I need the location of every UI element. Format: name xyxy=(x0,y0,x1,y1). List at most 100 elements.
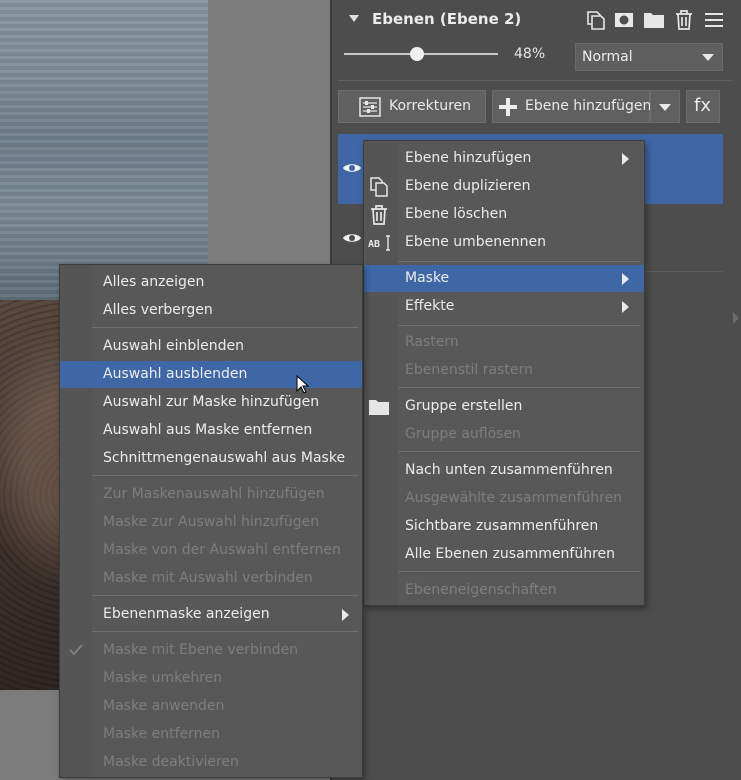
mouse-cursor-icon xyxy=(296,375,310,394)
menu-item-label: Nach unten zusammenführen xyxy=(405,462,613,478)
menu-item-label: Effekte xyxy=(405,298,455,314)
duplicate-icon[interactable] xyxy=(584,9,606,31)
mask-icon[interactable] xyxy=(613,9,635,31)
menu-item-merge-all[interactable]: Alle Ebenen zusammenführen xyxy=(364,541,644,568)
menu-item-label: Auswahl ausblenden xyxy=(103,366,248,382)
submenu-arrow-icon xyxy=(622,273,629,285)
korrekturen-label: Korrekturen xyxy=(389,98,472,114)
expand-panel-icon[interactable] xyxy=(733,312,739,324)
menu-item-reveal-selection[interactable]: Auswahl einblenden xyxy=(60,333,362,360)
menu-item-show-layer-mask[interactable]: Ebenenmaske anzeigen xyxy=(60,601,362,628)
add-layer-button[interactable]: Ebene hinzufügen xyxy=(492,90,652,123)
eye-icon[interactable] xyxy=(342,162,362,174)
add-layer-label: Ebene hinzufügen xyxy=(525,98,652,114)
menu-separator xyxy=(92,631,358,632)
chevron-down-icon xyxy=(659,104,671,111)
fx-button[interactable]: fx xyxy=(686,90,720,123)
menu-item-invert-mask: Maske umkehren xyxy=(60,665,362,692)
menu-item-label: Maske zur Auswahl hinzufügen xyxy=(103,514,320,530)
menu-item-label: Zur Maskenauswahl hinzufügen xyxy=(103,486,325,502)
menu-item-label: Gruppe erstellen xyxy=(405,398,523,414)
chevron-down-icon xyxy=(702,54,714,61)
menu-item-label: Ebenenmaske anzeigen xyxy=(103,606,270,622)
menu-item-merge-down[interactable]: Nach unten zusammenführen xyxy=(364,457,644,484)
menu-separator xyxy=(398,451,640,452)
layer-context-menu: Ebene hinzufügen Ebene duplizieren Ebene… xyxy=(363,140,645,606)
menu-separator xyxy=(92,595,358,596)
menu-item-show-all[interactable]: Alles anzeigen xyxy=(60,269,362,296)
fx-label: fx xyxy=(694,95,711,116)
menu-item-remove-mask: Maske entfernen xyxy=(60,721,362,748)
menu-item-label: Ebene löschen xyxy=(405,206,508,222)
trash-icon xyxy=(371,205,387,225)
svg-text:AB: AB xyxy=(368,239,380,250)
menu-item-hide-selection[interactable]: Auswahl ausblenden xyxy=(60,361,362,388)
menu-item-label: Rastern xyxy=(405,334,459,350)
menu-item-label: Gruppe auflösen xyxy=(405,426,521,442)
plus-icon xyxy=(499,98,517,116)
menu-item-label: Ebene duplizieren xyxy=(405,178,531,194)
menu-item-link-mask-to-layer: Maske mit Ebene verbinden xyxy=(60,637,362,664)
menu-item-merge-visible[interactable]: Sichtbare zusammenführen xyxy=(364,513,644,540)
menu-item-create-group[interactable]: Gruppe erstellen xyxy=(364,393,644,420)
menu-item-label: Maske deaktivieren xyxy=(103,754,239,770)
korrekturen-button[interactable]: Korrekturen xyxy=(338,90,486,123)
rename-icon: AB xyxy=(368,235,390,251)
folder-icon xyxy=(369,400,389,415)
menu-item-label: Ausgewählte zusammenführen xyxy=(405,490,623,506)
menu-item-label: Ebenenstil rastern xyxy=(405,362,533,378)
menu-item-rename-layer[interactable]: AB Ebene umbenennen xyxy=(364,229,644,256)
menu-item-remove-mask-from-selection: Maske von der Auswahl entfernen xyxy=(60,537,362,564)
menu-item-label: Alles anzeigen xyxy=(103,274,205,290)
trash-icon[interactable] xyxy=(673,9,695,31)
menu-item-label: Maske xyxy=(405,270,450,286)
menu-item-rasterize: Rastern xyxy=(364,329,644,356)
menu-item-label: Schnittmengenauswahl aus Maske xyxy=(103,450,346,466)
menu-item-remove-selection-from-mask[interactable]: Auswahl aus Maske entfernen xyxy=(60,417,362,444)
checkmark-icon xyxy=(69,644,83,656)
menu-item-hide-all[interactable]: Alles verbergen xyxy=(60,297,362,324)
menu-item-label: Auswahl zur Maske hinzufügen xyxy=(103,394,320,410)
submenu-arrow-icon xyxy=(342,609,349,621)
menu-item-label: Maske entfernen xyxy=(103,726,221,742)
blend-mode-value: Normal xyxy=(582,49,633,65)
eye-icon[interactable] xyxy=(342,232,362,244)
menu-item-label: Ebene umbenennen xyxy=(405,234,547,250)
menu-item-label: Maske mit Ebene verbinden xyxy=(103,642,299,658)
menu-item-disable-mask: Maske deaktivieren xyxy=(60,749,362,776)
opacity-slider-thumb[interactable] xyxy=(410,47,424,61)
opacity-value: 48% xyxy=(514,46,546,62)
submenu-arrow-icon xyxy=(622,301,629,313)
collapse-panel-icon[interactable] xyxy=(349,15,359,22)
menu-item-duplicate-layer[interactable]: Ebene duplizieren xyxy=(364,173,644,200)
menu-item-add-selection-to-mask[interactable]: Auswahl zur Maske hinzufügen xyxy=(60,389,362,416)
folder-icon[interactable] xyxy=(643,9,665,31)
menu-separator xyxy=(92,475,358,476)
panel-divider xyxy=(338,80,733,81)
menu-item-label: Ebene hinzufügen xyxy=(405,150,532,166)
menu-separator xyxy=(398,325,640,326)
menu-item-add-to-mask-selection: Zur Maskenauswahl hinzufügen xyxy=(60,481,362,508)
menu-icon[interactable] xyxy=(703,9,725,31)
menu-item-rasterize-style: Ebenenstil rastern xyxy=(364,357,644,384)
menu-item-effects[interactable]: Effekte xyxy=(364,293,644,320)
menu-item-mask[interactable]: Maske xyxy=(364,265,644,292)
menu-item-label: Auswahl aus Maske entfernen xyxy=(103,422,313,438)
menu-item-add-layer[interactable]: Ebene hinzufügen xyxy=(364,145,644,172)
menu-item-label: Sichtbare zusammenführen xyxy=(405,518,599,534)
menu-item-label: Maske anwenden xyxy=(103,698,225,714)
adjustments-icon xyxy=(359,97,381,117)
menu-separator xyxy=(92,327,358,328)
menu-item-label: Alles verbergen xyxy=(103,302,213,318)
blend-mode-select[interactable]: Normal xyxy=(575,43,723,71)
add-layer-dropdown-button[interactable] xyxy=(650,90,680,123)
menu-separator xyxy=(398,571,640,572)
menu-item-label: Maske mit Auswahl verbinden xyxy=(103,570,313,586)
menu-separator xyxy=(398,387,640,388)
menu-item-combine-mask-selection: Maske mit Auswahl verbinden xyxy=(60,565,362,592)
menu-item-label: Maske umkehren xyxy=(103,670,223,686)
duplicate-icon xyxy=(370,177,388,197)
menu-item-intersect-selection[interactable]: Schnittmengenauswahl aus Maske xyxy=(60,445,362,472)
menu-separator xyxy=(398,261,640,262)
menu-item-delete-layer[interactable]: Ebene löschen xyxy=(364,201,644,228)
